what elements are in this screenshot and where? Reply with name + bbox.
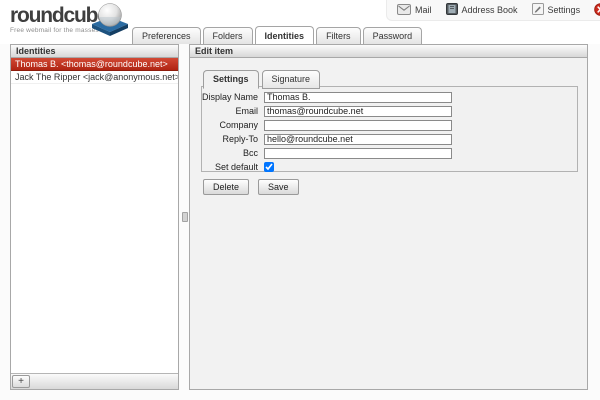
display-name-label: Display Name (202, 92, 264, 102)
form-row: Reply-To (202, 133, 577, 145)
menu-item-mail[interactable]: Mail (397, 4, 432, 17)
mail-icon (397, 4, 411, 17)
reply-to-label: Reply-To (202, 134, 264, 144)
edit-form-tabbar: Settings Signature (203, 70, 323, 89)
settings-tabbar: Preferences Folders Identities Filters P… (132, 26, 424, 44)
email-field[interactable] (264, 106, 452, 117)
logo-cube-icon (89, 1, 131, 42)
add-identity-button[interactable]: + (12, 375, 30, 388)
identity-row-selected[interactable]: Thomas B. <thomas@roundcube.net> (11, 58, 178, 71)
tab-identity-settings[interactable]: Settings (203, 70, 259, 89)
identity-form: Display Name Email Company Reply-To Bcc … (201, 86, 578, 172)
menu-item-settings[interactable]: Settings (532, 3, 581, 17)
app-header: roundcube Free webmail for the masses M (0, 0, 600, 44)
company-field[interactable] (264, 120, 452, 131)
edit-item-panel-title: Edit item (190, 45, 587, 58)
set-default-checkbox[interactable] (264, 162, 274, 172)
identity-row[interactable]: Jack The Ripper <jack@anonymous.net> (11, 71, 178, 84)
tab-preferences[interactable]: Preferences (132, 27, 201, 44)
tab-folders[interactable]: Folders (203, 27, 253, 44)
identities-panel: Identities Thomas B. <thomas@roundcube.n… (10, 44, 179, 390)
bcc-field[interactable] (264, 148, 452, 159)
address-book-icon (446, 3, 458, 17)
company-label: Company (202, 120, 264, 130)
settings-icon (532, 3, 544, 17)
menu-item-label: Mail (415, 5, 432, 15)
form-buttons: Delete Save (203, 179, 299, 195)
identities-panel-footer: + (11, 373, 178, 389)
form-row: Company (202, 119, 577, 131)
menu-item-label: Address Book (462, 5, 518, 15)
tab-password[interactable]: Password (363, 27, 423, 44)
set-default-label: Set default (202, 162, 264, 172)
reply-to-field[interactable] (264, 134, 452, 145)
top-menu: Mail Address Book Settings Logout (386, 0, 600, 21)
logout-icon (594, 3, 600, 18)
save-button[interactable]: Save (258, 179, 299, 195)
form-row: Display Name (202, 91, 577, 103)
panel-splitter-handle[interactable] (182, 212, 188, 222)
email-label: Email (202, 106, 264, 116)
menu-item-address-book[interactable]: Address Book (446, 3, 518, 17)
menu-item-logout[interactable]: Logout (594, 3, 600, 18)
tab-identities[interactable]: Identities (255, 26, 315, 44)
edit-item-panel: Edit item Settings Signature Display Nam… (189, 44, 588, 390)
bcc-label: Bcc (202, 148, 264, 158)
identities-panel-title: Identities (11, 45, 178, 58)
tab-identity-signature[interactable]: Signature (262, 70, 321, 89)
form-row: Email (202, 105, 577, 117)
menu-item-label: Settings (548, 5, 581, 15)
form-row: Set default (202, 161, 577, 173)
tab-filters[interactable]: Filters (316, 27, 361, 44)
form-row: Bcc (202, 147, 577, 159)
display-name-field[interactable] (264, 92, 452, 103)
delete-button[interactable]: Delete (203, 179, 249, 195)
